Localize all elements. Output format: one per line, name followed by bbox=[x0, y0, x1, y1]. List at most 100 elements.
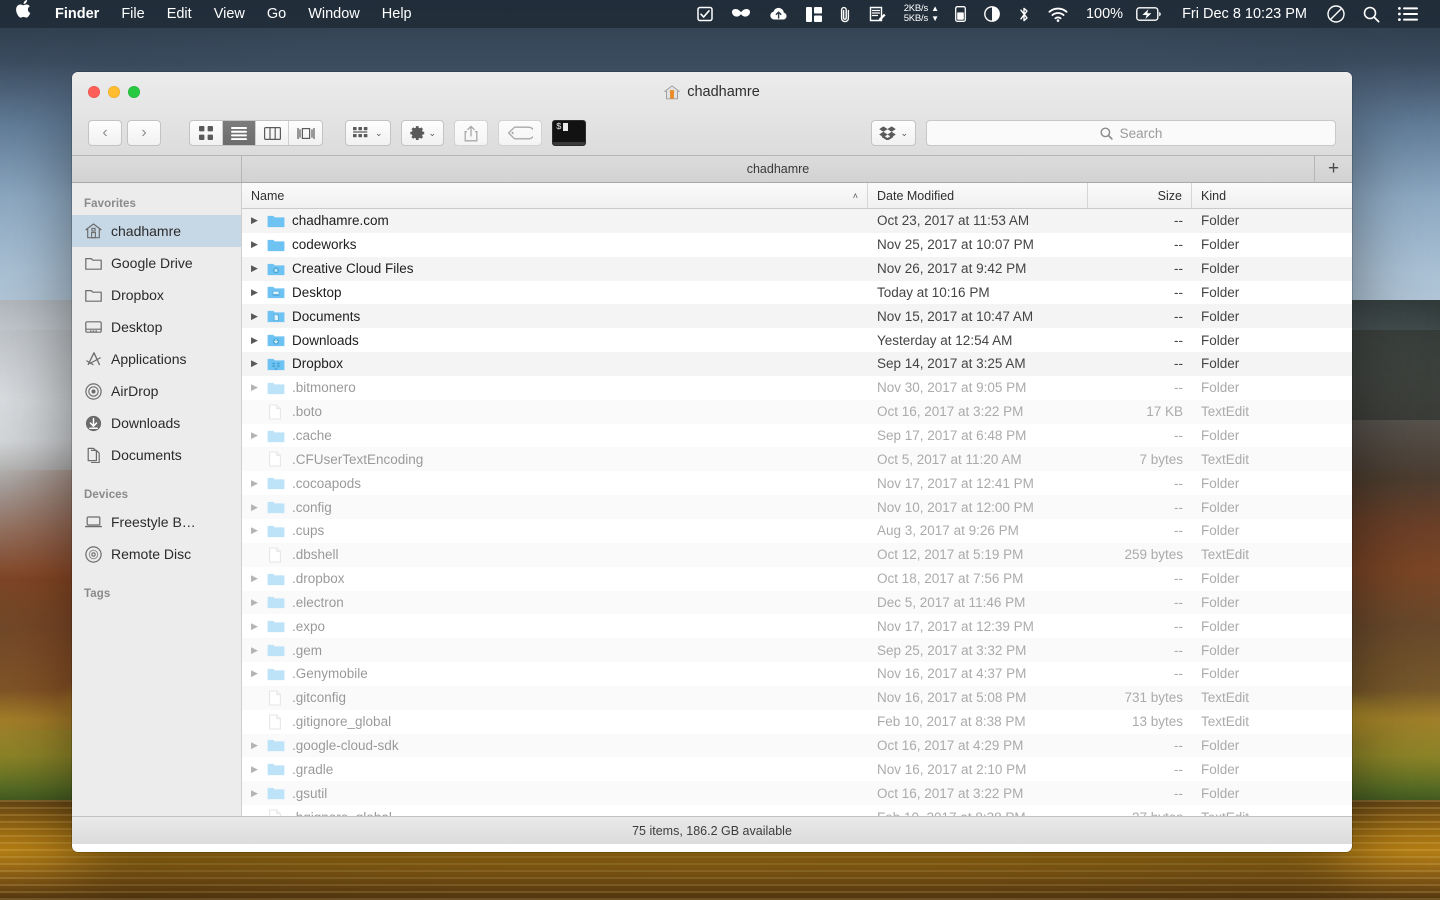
disclosure-triangle-icon[interactable]: ▶ bbox=[251, 263, 267, 274]
disclosure-triangle-icon[interactable]: ▶ bbox=[251, 573, 267, 584]
panel-layout-icon[interactable] bbox=[797, 0, 831, 28]
menu-bar-clock[interactable]: Fri Dec 8 10:23 PM bbox=[1171, 6, 1318, 22]
table-row[interactable]: .gitignore_global Feb 10, 2017 at 8:38 PM… bbox=[242, 710, 1352, 734]
table-row[interactable]: ▶ Documents Nov 15, 2017 at 10:47 AM -- Fold… bbox=[242, 304, 1352, 329]
menu-item-go[interactable]: Go bbox=[256, 0, 297, 28]
table-row[interactable]: .dbshell Oct 12, 2017 at 5:19 PM 259 bytes… bbox=[242, 542, 1352, 567]
action-button[interactable]: ⌄ bbox=[400, 120, 445, 146]
paperclip-icon[interactable] bbox=[831, 0, 860, 28]
list-lines-icon[interactable] bbox=[1389, 0, 1427, 28]
disclosure-triangle-icon[interactable]: ▶ bbox=[251, 382, 267, 393]
notes-list-icon[interactable] bbox=[860, 0, 895, 28]
sidebar-item-documents[interactable]: Documents bbox=[72, 439, 241, 471]
battery-percent-label[interactable]: 100% bbox=[1077, 6, 1127, 22]
menu-item-view[interactable]: View bbox=[203, 0, 256, 28]
table-row[interactable]: ▶ Downloads Yesterday at 12:54 AM -- Folder bbox=[242, 328, 1352, 352]
disclosure-triangle-icon[interactable]: ▶ bbox=[251, 502, 267, 513]
column-header-size[interactable]: Size bbox=[1088, 183, 1192, 208]
column-header-name[interactable]: Name ˄ bbox=[242, 183, 868, 208]
disclosure-triangle-icon[interactable]: ▶ bbox=[251, 597, 267, 608]
sidebar-item-chadhamre[interactable]: chadhamre bbox=[72, 215, 241, 247]
battery-charging-icon[interactable] bbox=[1127, 0, 1171, 28]
disclosure-triangle-icon[interactable]: ▶ bbox=[251, 621, 267, 632]
table-row[interactable]: ▶ .cache Sep 17, 2017 at 6:48 PM -- Folder bbox=[242, 424, 1352, 448]
table-row[interactable]: ▶ Desktop Today at 10:16 PM -- Folder bbox=[242, 281, 1352, 305]
back-button[interactable]: ‹ bbox=[88, 120, 122, 146]
search-icon[interactable] bbox=[1354, 0, 1389, 28]
disclosure-triangle-icon[interactable]: ▶ bbox=[251, 478, 267, 489]
menu-item-file[interactable]: File bbox=[110, 0, 155, 28]
column-view-button[interactable] bbox=[256, 121, 289, 145]
share-button[interactable] bbox=[454, 120, 489, 146]
table-row[interactable]: .boto Oct 16, 2017 at 3:22 PM 17 KB TextEdi… bbox=[242, 399, 1352, 424]
table-row[interactable]: ▶ .Genymobile Nov 16, 2017 at 4:37 PM -- Fol… bbox=[242, 662, 1352, 686]
menu-item-help[interactable]: Help bbox=[371, 0, 423, 28]
mustache-icon[interactable] bbox=[722, 0, 760, 28]
battery-bar-icon[interactable] bbox=[946, 0, 975, 28]
sidebar-item-desktop[interactable]: Desktop bbox=[72, 311, 241, 343]
table-row[interactable]: ▶ .gsutil Oct 16, 2017 at 3:22 PM -- Folder bbox=[242, 781, 1352, 806]
arrange-button[interactable]: ⌄ bbox=[345, 120, 391, 146]
table-row[interactable]: .gitconfig Nov 16, 2017 at 5:08 PM 731 byt… bbox=[242, 685, 1352, 710]
disclosure-triangle-icon[interactable]: ▶ bbox=[251, 668, 267, 679]
terminal-button[interactable]: $ bbox=[552, 120, 587, 146]
disclosure-triangle-icon[interactable]: ▶ bbox=[251, 239, 267, 250]
table-row[interactable]: ▶ .dropbox Oct 18, 2017 at 7:56 PM -- Folder bbox=[242, 567, 1352, 591]
list-view-button[interactable] bbox=[223, 121, 256, 145]
menu-item-edit[interactable]: Edit bbox=[156, 0, 203, 28]
dropbox-button[interactable]: ⌄ bbox=[871, 120, 916, 146]
sidebar-item-freestyle-b[interactable]: Freestyle B… bbox=[72, 506, 241, 538]
tags-button[interactable] bbox=[498, 120, 543, 146]
table-row[interactable]: .hgignore_global Feb 10, 2017 at 8:38 PM2… bbox=[242, 805, 1352, 816]
sidebar-item-remote-disc[interactable]: Remote Disc bbox=[72, 538, 241, 570]
sidebar-item-dropbox[interactable]: Dropbox bbox=[72, 279, 241, 311]
table-row[interactable]: ▶ Dropbox Sep 14, 2017 at 3:25 AM -- Folder bbox=[242, 352, 1352, 376]
disclosure-triangle-icon[interactable]: ▶ bbox=[251, 358, 267, 369]
disclosure-triangle-icon[interactable]: ▶ bbox=[251, 645, 267, 656]
table-row[interactable]: ▶ .expo Nov 17, 2017 at 12:39 PM -- Folder bbox=[242, 614, 1352, 638]
disclosure-triangle-icon[interactable]: ▶ bbox=[251, 311, 267, 322]
tab-chadhamre[interactable]: chadhamre bbox=[242, 156, 1315, 182]
disclosure-triangle-icon[interactable]: ▶ bbox=[251, 215, 267, 226]
table-row[interactable]: ▶ chadhamre.com Oct 23, 2017 at 11:53 AM --… bbox=[242, 209, 1352, 233]
network-speed-indicator[interactable]: 2KB/s 5KB/s bbox=[895, 3, 931, 25]
new-tab-button[interactable]: + bbox=[1315, 156, 1352, 182]
gallery-view-button[interactable] bbox=[289, 121, 322, 145]
disclosure-triangle-icon[interactable]: ▶ bbox=[251, 525, 267, 536]
disclosure-triangle-icon[interactable]: ▶ bbox=[251, 287, 267, 298]
table-row[interactable]: ▶ .bitmonero Nov 30, 2017 at 9:05 PM -- Fold… bbox=[242, 376, 1352, 400]
column-header-kind[interactable]: Kind bbox=[1192, 183, 1352, 208]
disclosure-triangle-icon[interactable]: ▶ bbox=[251, 335, 267, 346]
pie-chart-icon[interactable] bbox=[975, 0, 1009, 28]
column-header-date-modified[interactable]: Date Modified bbox=[868, 183, 1088, 208]
table-row[interactable]: ▶ codeworks Nov 25, 2017 at 10:07 PM -- Fold… bbox=[242, 233, 1352, 257]
sidebar-item-downloads[interactable]: Downloads bbox=[72, 407, 241, 439]
table-row[interactable]: ▶ .cocoapods Nov 17, 2017 at 12:41 PM -- Fol… bbox=[242, 471, 1352, 495]
disclosure-triangle-icon[interactable]: ▶ bbox=[251, 764, 267, 775]
table-row[interactable]: ▶ .gem Sep 25, 2017 at 3:32 PM -- Folder bbox=[242, 638, 1352, 663]
table-row[interactable]: ▶ .cups Aug 3, 2017 at 9:26 PM -- Folder bbox=[242, 519, 1352, 543]
table-row[interactable]: .CFUserTextEncoding Oct 5, 2017 at 11:20 … bbox=[242, 447, 1352, 472]
menu-item-window[interactable]: Window bbox=[297, 0, 371, 28]
table-row[interactable]: ▶ .electron Dec 5, 2017 at 11:46 PM -- Folde… bbox=[242, 590, 1352, 615]
table-row[interactable]: ▶ Creative Cloud Files Nov 26, 2017 at 9:4… bbox=[242, 256, 1352, 281]
apple-logo-icon[interactable] bbox=[0, 0, 44, 28]
forward-button[interactable]: › bbox=[127, 120, 161, 146]
wifi-icon[interactable] bbox=[1039, 0, 1077, 28]
disclosure-triangle-icon[interactable]: ▶ bbox=[251, 430, 267, 441]
no-entry-icon[interactable] bbox=[1318, 0, 1354, 28]
cloud-upload-icon[interactable] bbox=[760, 0, 797, 28]
menu-item-finder[interactable]: Finder bbox=[44, 0, 110, 28]
search-input[interactable]: Search bbox=[926, 120, 1336, 146]
bluetooth-icon[interactable] bbox=[1009, 0, 1039, 28]
table-row[interactable]: ▶ .gradle Nov 16, 2017 at 2:10 PM -- Folder bbox=[242, 757, 1352, 781]
disclosure-triangle-icon[interactable]: ▶ bbox=[251, 740, 267, 751]
sidebar-item-applications[interactable]: Applications bbox=[72, 343, 241, 375]
sidebar-item-google-drive[interactable]: Google Drive bbox=[72, 247, 241, 279]
checkbox-checked-icon[interactable] bbox=[688, 0, 722, 28]
table-row[interactable]: ▶ .google-cloud-sdk Oct 16, 2017 at 4:29 P… bbox=[242, 733, 1352, 758]
table-row[interactable]: ▶ .config Nov 10, 2017 at 12:00 PM -- Folder bbox=[242, 495, 1352, 519]
sidebar-item-airdrop[interactable]: AirDrop bbox=[72, 375, 241, 407]
icon-view-button[interactable] bbox=[190, 121, 223, 145]
disclosure-triangle-icon[interactable]: ▶ bbox=[251, 788, 267, 799]
